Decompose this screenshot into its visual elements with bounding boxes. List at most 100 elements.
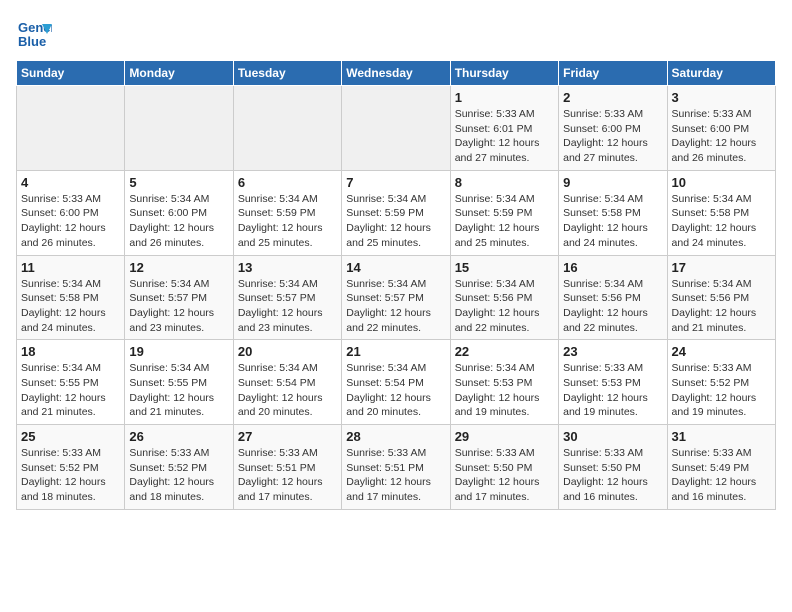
sunset-text: Sunset: 5:59 PM xyxy=(346,206,445,221)
cell-info: Sunrise: 5:34 AMSunset: 5:56 PMDaylight:… xyxy=(455,277,554,336)
calendar-cell: 30Sunrise: 5:33 AMSunset: 5:50 PMDayligh… xyxy=(559,425,667,510)
sunset-text: Sunset: 6:01 PM xyxy=(455,122,554,137)
logo-icon: General Blue xyxy=(16,16,52,52)
sunrise-text: Sunrise: 5:33 AM xyxy=(21,446,120,461)
cell-info: Sunrise: 5:33 AMSunset: 6:00 PMDaylight:… xyxy=(563,107,662,166)
sunrise-text: Sunrise: 5:34 AM xyxy=(21,361,120,376)
calendar-cell: 5 Sunrise: 5:34 AMSunset: 6:00 PMDaylight… xyxy=(125,170,233,255)
calendar-cell: 21Sunrise: 5:34 AMSunset: 5:54 PMDayligh… xyxy=(342,340,450,425)
sunrise-text: Sunrise: 5:34 AM xyxy=(672,192,771,207)
calendar-cell xyxy=(233,86,341,171)
day-number: 7 xyxy=(346,175,445,190)
cell-info: Sunrise: 5:33 AMSunset: 5:49 PMDaylight:… xyxy=(672,446,771,505)
calendar-cell: 19 Sunrise: 5:34 AMSunset: 5:55 PMDayligh… xyxy=(125,340,233,425)
daylight-text: Daylight: 12 hours and 20 minutes. xyxy=(346,391,445,420)
daylight-text: Daylight: 12 hours and 21 minutes. xyxy=(21,391,120,420)
sunrise-text: Sunrise: 5:34 AM xyxy=(129,277,228,292)
daylight-text: Daylight: 12 hours and 25 minutes. xyxy=(238,221,337,250)
cell-info: Sunrise: 5:33 AMSunset: 5:51 PMDaylight:… xyxy=(346,446,445,505)
sunset-text: Sunset: 6:00 PM xyxy=(672,122,771,137)
sunset-text: Sunset: 6:00 PM xyxy=(129,206,228,221)
calendar-cell: 29Sunrise: 5:33 AMSunset: 5:50 PMDayligh… xyxy=(450,425,558,510)
cell-info: Sunrise: 5:34 AMSunset: 5:55 PMDaylight:… xyxy=(129,361,228,420)
calendar-header-row: SundayMondayTuesdayWednesdayThursdayFrid… xyxy=(17,61,776,86)
day-number: 11 xyxy=(21,260,120,275)
cell-info: Sunrise: 5:33 AMSunset: 6:00 PMDaylight:… xyxy=(672,107,771,166)
sunrise-text: Sunrise: 5:33 AM xyxy=(455,446,554,461)
sunrise-text: Sunrise: 5:34 AM xyxy=(129,192,228,207)
sunrise-text: Sunrise: 5:33 AM xyxy=(563,446,662,461)
cell-info: Sunrise: 5:34 AMSunset: 5:57 PMDaylight:… xyxy=(129,277,228,336)
day-number: 5 xyxy=(129,175,228,190)
calendar-cell: 14Sunrise: 5:34 AMSunset: 5:57 PMDayligh… xyxy=(342,255,450,340)
day-number: 21 xyxy=(346,344,445,359)
sunrise-text: Sunrise: 5:33 AM xyxy=(563,361,662,376)
sunrise-text: Sunrise: 5:34 AM xyxy=(238,277,337,292)
calendar-cell: 18 Sunrise: 5:34 AMSunset: 5:55 PMDayligh… xyxy=(17,340,125,425)
sunrise-text: Sunrise: 5:33 AM xyxy=(563,107,662,122)
sunset-text: Sunset: 5:55 PM xyxy=(21,376,120,391)
cell-info: Sunrise: 5:33 AMSunset: 5:53 PMDaylight:… xyxy=(563,361,662,420)
calendar-cell: 12Sunrise: 5:34 AMSunset: 5:57 PMDayligh… xyxy=(125,255,233,340)
day-number: 25 xyxy=(21,429,120,444)
day-number: 24 xyxy=(672,344,771,359)
day-number: 23 xyxy=(563,344,662,359)
calendar-cell: 13Sunrise: 5:34 AMSunset: 5:57 PMDayligh… xyxy=(233,255,341,340)
calendar-cell: 22Sunrise: 5:34 AMSunset: 5:53 PMDayligh… xyxy=(450,340,558,425)
sunrise-text: Sunrise: 5:34 AM xyxy=(238,192,337,207)
daylight-text: Daylight: 12 hours and 16 minutes. xyxy=(563,475,662,504)
sunset-text: Sunset: 5:57 PM xyxy=(346,291,445,306)
sunset-text: Sunset: 5:51 PM xyxy=(238,461,337,476)
calendar-cell: 27Sunrise: 5:33 AMSunset: 5:51 PMDayligh… xyxy=(233,425,341,510)
day-number: 8 xyxy=(455,175,554,190)
day-number: 3 xyxy=(672,90,771,105)
calendar-cell xyxy=(17,86,125,171)
sunrise-text: Sunrise: 5:34 AM xyxy=(21,277,120,292)
daylight-text: Daylight: 12 hours and 17 minutes. xyxy=(238,475,337,504)
cell-info: Sunrise: 5:34 AMSunset: 5:59 PMDaylight:… xyxy=(346,192,445,251)
sunrise-text: Sunrise: 5:33 AM xyxy=(21,192,120,207)
sunrise-text: Sunrise: 5:33 AM xyxy=(672,107,771,122)
calendar-cell: 17Sunrise: 5:34 AMSunset: 5:56 PMDayligh… xyxy=(667,255,775,340)
daylight-text: Daylight: 12 hours and 20 minutes. xyxy=(238,391,337,420)
calendar-cell: 25 Sunrise: 5:33 AMSunset: 5:52 PMDayligh… xyxy=(17,425,125,510)
calendar-cell: 2Sunrise: 5:33 AMSunset: 6:00 PMDaylight… xyxy=(559,86,667,171)
sunset-text: Sunset: 5:52 PM xyxy=(129,461,228,476)
daylight-text: Daylight: 12 hours and 26 minutes. xyxy=(672,136,771,165)
day-number: 19 xyxy=(129,344,228,359)
daylight-text: Daylight: 12 hours and 26 minutes. xyxy=(129,221,228,250)
day-number: 26 xyxy=(129,429,228,444)
sunset-text: Sunset: 5:52 PM xyxy=(672,376,771,391)
daylight-text: Daylight: 12 hours and 21 minutes. xyxy=(129,391,228,420)
day-number: 18 xyxy=(21,344,120,359)
cell-info: Sunrise: 5:33 AMSunset: 5:52 PMDaylight:… xyxy=(129,446,228,505)
sunset-text: Sunset: 5:59 PM xyxy=(455,206,554,221)
cell-info: Sunrise: 5:34 AMSunset: 5:58 PMDaylight:… xyxy=(672,192,771,251)
sunset-text: Sunset: 5:49 PM xyxy=(672,461,771,476)
day-header-thursday: Thursday xyxy=(450,61,558,86)
sunrise-text: Sunrise: 5:34 AM xyxy=(238,361,337,376)
cell-info: Sunrise: 5:34 AMSunset: 5:58 PMDaylight:… xyxy=(563,192,662,251)
cell-info: Sunrise: 5:33 AMSunset: 6:01 PMDaylight:… xyxy=(455,107,554,166)
daylight-text: Daylight: 12 hours and 27 minutes. xyxy=(455,136,554,165)
sunset-text: Sunset: 5:55 PM xyxy=(129,376,228,391)
sunrise-text: Sunrise: 5:34 AM xyxy=(455,361,554,376)
daylight-text: Daylight: 12 hours and 19 minutes. xyxy=(563,391,662,420)
sunrise-text: Sunrise: 5:34 AM xyxy=(346,277,445,292)
sunset-text: Sunset: 5:57 PM xyxy=(238,291,337,306)
sunset-text: Sunset: 5:57 PM xyxy=(129,291,228,306)
calendar-cell: 26 Sunrise: 5:33 AMSunset: 5:52 PMDayligh… xyxy=(125,425,233,510)
calendar-week-2: 4Sunrise: 5:33 AMSunset: 6:00 PMDaylight… xyxy=(17,170,776,255)
sunrise-text: Sunrise: 5:33 AM xyxy=(238,446,337,461)
sunset-text: Sunset: 5:54 PM xyxy=(238,376,337,391)
day-number: 20 xyxy=(238,344,337,359)
day-number: 16 xyxy=(563,260,662,275)
sunset-text: Sunset: 5:58 PM xyxy=(21,291,120,306)
sunset-text: Sunset: 5:58 PM xyxy=(672,206,771,221)
daylight-text: Daylight: 12 hours and 24 minutes. xyxy=(563,221,662,250)
daylight-text: Daylight: 12 hours and 23 minutes. xyxy=(129,306,228,335)
cell-info: Sunrise: 5:33 AMSunset: 5:52 PMDaylight:… xyxy=(21,446,120,505)
logo: General Blue xyxy=(16,16,52,52)
cell-info: Sunrise: 5:33 AMSunset: 5:50 PMDaylight:… xyxy=(455,446,554,505)
daylight-text: Daylight: 12 hours and 19 minutes. xyxy=(455,391,554,420)
